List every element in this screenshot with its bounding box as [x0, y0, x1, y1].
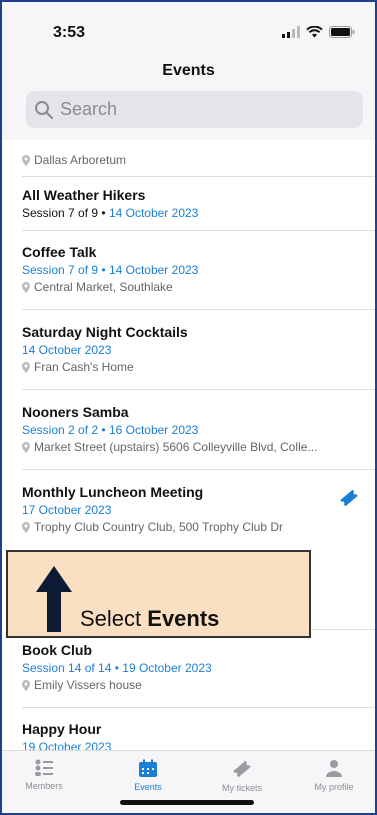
arrow-up-icon	[36, 566, 72, 632]
divider	[22, 469, 375, 470]
search-placeholder: Search	[60, 99, 118, 119]
event-title: Saturday Night Cocktails	[22, 324, 188, 340]
ticket-icon	[233, 760, 251, 778]
status-icons	[282, 26, 355, 38]
home-indicator	[120, 800, 254, 805]
tab-members[interactable]: Members	[4, 759, 84, 791]
event-location: Central Market, Southlake	[22, 280, 365, 294]
event-location: Trophy Club Country Club, 500 Trophy Clu…	[22, 520, 365, 534]
tab-my-tickets[interactable]: My tickets	[202, 759, 282, 793]
divider	[22, 389, 375, 390]
list-item[interactable]: Coffee Talk Session 7 of 9 • 14 October …	[22, 244, 365, 294]
list-item[interactable]: Monthly Luncheon Meeting 17 October 2023…	[22, 484, 365, 534]
battery-icon	[329, 26, 355, 38]
location-pin-icon	[22, 679, 30, 691]
divider	[22, 707, 375, 708]
location-pin-icon	[22, 154, 30, 166]
event-title: Nooners Samba	[22, 404, 129, 420]
calendar-icon	[139, 759, 157, 777]
list-item[interactable]: Saturday Night Cocktails 14 October 2023…	[22, 324, 365, 374]
event-title: Monthly Luncheon Meeting	[22, 484, 204, 500]
signal-icon	[282, 26, 300, 38]
event-title: All Weather Hikers	[22, 187, 146, 203]
tab-events[interactable]: Events	[108, 759, 188, 792]
list-item[interactable]: Happy Hour 19 October 2023	[22, 721, 365, 750]
search-input[interactable]: Search	[26, 91, 363, 128]
event-meta: Session 14 of 14 • 19 October 2023	[22, 661, 212, 675]
event-title: Book Club	[22, 642, 92, 658]
event-meta: Session 7 of 9 • 14 October 2023	[22, 206, 199, 220]
event-meta: 17 October 2023	[22, 503, 112, 517]
list-item[interactable]: All Weather Hikers Session 7 of 9 • 14 O…	[22, 187, 365, 220]
status-time: 3:53	[53, 24, 86, 41]
instruction-callout: Select Events	[6, 550, 311, 638]
location-pin-icon	[22, 521, 30, 533]
event-location: Dallas Arboretum	[22, 153, 365, 167]
tab-my-profile[interactable]: My profile	[294, 759, 374, 792]
members-icon	[35, 759, 53, 776]
page-title: Events	[162, 62, 215, 79]
event-location: Emily Vissers house	[22, 678, 365, 692]
event-location: Fran Cash's Home	[22, 360, 365, 374]
location-pin-icon	[22, 281, 30, 293]
divider	[22, 309, 375, 310]
list-item[interactable]: Dallas Arboretum	[22, 150, 365, 167]
divider	[22, 230, 375, 231]
list-item[interactable]: Book Club Session 14 of 14 • 19 October …	[22, 642, 365, 692]
tab-bar: Members Events My tickets My profile	[2, 750, 375, 813]
divider	[22, 176, 375, 177]
events-list[interactable]: Dallas Arboretum All Weather Hikers Sess…	[2, 140, 375, 750]
person-icon	[326, 760, 342, 777]
callout-text: Select Events	[80, 606, 220, 631]
event-title: Coffee Talk	[22, 244, 97, 260]
event-meta: 14 October 2023	[22, 343, 112, 357]
event-meta: Session 7 of 9 • 14 October 2023	[22, 263, 199, 277]
event-location: Market Street (upstairs) 5606 Colleyvill…	[22, 440, 365, 454]
ticket-icon[interactable]	[337, 486, 361, 510]
status-bar: 3:53	[2, 2, 375, 54]
event-title: Happy Hour	[22, 721, 102, 737]
list-item[interactable]: Nooners Samba Session 2 of 2 • 16 Octobe…	[22, 404, 365, 454]
location-pin-icon	[22, 441, 30, 453]
phone-screen: 3:53 Events Search Dallas Arboretum All …	[2, 2, 375, 813]
location-pin-icon	[22, 361, 30, 373]
search-icon	[35, 100, 53, 119]
wifi-icon	[306, 26, 323, 38]
event-meta: Session 2 of 2 • 16 October 2023	[22, 423, 199, 437]
event-meta: 19 October 2023	[22, 740, 112, 750]
